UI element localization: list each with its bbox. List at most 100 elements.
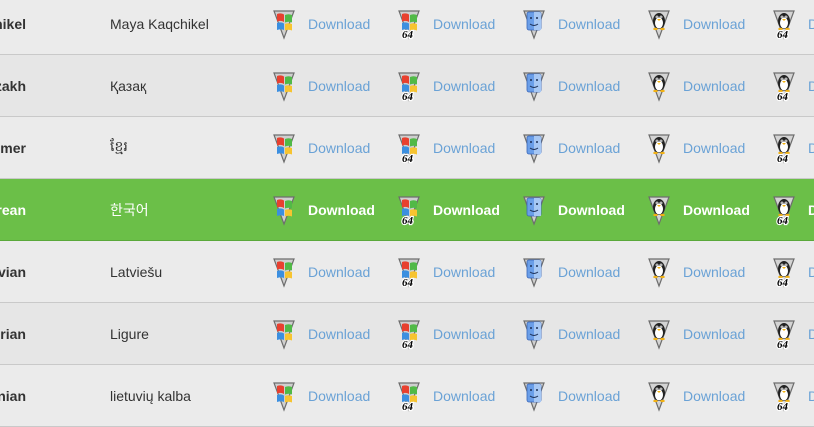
mac-icon[interactable] xyxy=(518,318,550,350)
windows-64-icon[interactable]: 64 xyxy=(393,256,425,288)
download-link-windows-64[interactable]: 64 Download xyxy=(393,179,500,240)
download-label[interactable]: Download xyxy=(308,326,370,342)
download-label[interactable]: Download xyxy=(308,388,370,404)
download-link-linux-64[interactable]: 64 D xyxy=(768,0,814,54)
windows-64-icon[interactable]: 64 xyxy=(393,70,425,102)
download-label[interactable]: Download xyxy=(558,140,620,156)
windows-64-icon[interactable]: 64 xyxy=(393,318,425,350)
download-label[interactable]: Download xyxy=(683,78,745,94)
download-label[interactable]: Download xyxy=(308,264,370,280)
linux-64-icon[interactable]: 64 xyxy=(768,318,800,350)
download-link-mac[interactable]: Download xyxy=(518,365,620,426)
download-link-windows-64[interactable]: 64 Download xyxy=(393,365,495,426)
download-label[interactable]: Download xyxy=(433,140,495,156)
linux-64-icon[interactable]: 64 xyxy=(768,70,800,102)
windows-64-icon[interactable]: 64 xyxy=(393,380,425,412)
download-label[interactable]: D xyxy=(808,16,814,32)
download-link-linux-64[interactable]: 64 D xyxy=(768,303,814,364)
download-label[interactable]: Download xyxy=(433,264,495,280)
download-link-linux[interactable]: Download xyxy=(643,0,745,54)
download-link-mac[interactable]: Download xyxy=(518,55,620,116)
download-link-windows[interactable]: Download xyxy=(268,0,370,54)
linux-icon[interactable] xyxy=(643,194,675,226)
download-link-linux[interactable]: Download xyxy=(643,303,745,364)
windows-64-icon[interactable]: 64 xyxy=(393,132,425,164)
download-label[interactable]: Download xyxy=(433,78,495,94)
windows-64-icon[interactable]: 64 xyxy=(393,194,425,226)
download-link-windows[interactable]: Download xyxy=(268,117,370,178)
download-label[interactable]: Download xyxy=(308,140,370,156)
download-label[interactable]: Download xyxy=(683,16,745,32)
windows-icon[interactable] xyxy=(268,256,300,288)
download-label[interactable]: Download xyxy=(683,202,750,218)
windows-icon[interactable] xyxy=(268,380,300,412)
mac-icon[interactable] xyxy=(518,8,550,40)
download-label[interactable]: Download xyxy=(683,388,745,404)
download-link-windows-64[interactable]: 64 Download xyxy=(393,0,495,54)
download-label[interactable]: Download xyxy=(308,202,375,218)
download-label[interactable]: Download xyxy=(558,202,625,218)
download-label[interactable]: D xyxy=(808,326,814,342)
download-label[interactable]: D xyxy=(808,388,814,404)
download-link-windows-64[interactable]: 64 Download xyxy=(393,241,495,302)
download-link-windows-64[interactable]: 64 Download xyxy=(393,117,495,178)
download-link-linux-64[interactable]: 64 D xyxy=(768,365,814,426)
download-link-linux-64[interactable]: 64 D xyxy=(768,179,814,240)
linux-64-icon[interactable]: 64 xyxy=(768,380,800,412)
download-link-linux[interactable]: Download xyxy=(643,365,745,426)
download-link-windows[interactable]: Download xyxy=(268,303,370,364)
download-label[interactable]: Download xyxy=(433,202,500,218)
linux-icon[interactable] xyxy=(643,8,675,40)
download-link-linux-64[interactable]: 64 D xyxy=(768,241,814,302)
download-link-windows[interactable]: Download xyxy=(268,365,370,426)
mac-icon[interactable] xyxy=(518,256,550,288)
download-link-mac[interactable]: Download xyxy=(518,241,620,302)
download-label[interactable]: Download xyxy=(683,140,745,156)
windows-icon[interactable] xyxy=(268,8,300,40)
download-label[interactable]: Download xyxy=(433,326,495,342)
download-link-linux[interactable]: Download xyxy=(643,241,745,302)
mac-icon[interactable] xyxy=(518,70,550,102)
download-label[interactable]: Download xyxy=(433,16,495,32)
linux-64-icon[interactable]: 64 xyxy=(768,8,800,40)
download-label[interactable]: Download xyxy=(683,264,745,280)
download-link-windows[interactable]: Download xyxy=(268,55,370,116)
download-label[interactable]: D xyxy=(808,202,814,218)
download-link-linux-64[interactable]: 64 D xyxy=(768,117,814,178)
download-link-linux[interactable]: Download xyxy=(643,179,750,240)
windows-icon[interactable] xyxy=(268,318,300,350)
mac-icon[interactable] xyxy=(518,194,550,226)
download-label[interactable]: D xyxy=(808,140,814,156)
download-link-linux-64[interactable]: 64 D xyxy=(768,55,814,116)
download-label[interactable]: Download xyxy=(558,326,620,342)
download-label[interactable]: Download xyxy=(308,78,370,94)
download-link-windows-64[interactable]: 64 Download xyxy=(393,303,495,364)
download-label[interactable]: Download xyxy=(308,16,370,32)
linux-64-icon[interactable]: 64 xyxy=(768,194,800,226)
mac-icon[interactable] xyxy=(518,132,550,164)
download-label[interactable]: Download xyxy=(558,264,620,280)
download-link-windows[interactable]: Download xyxy=(268,179,375,240)
windows-icon[interactable] xyxy=(268,194,300,226)
download-link-linux[interactable]: Download xyxy=(643,55,745,116)
windows-icon[interactable] xyxy=(268,132,300,164)
windows-icon[interactable] xyxy=(268,70,300,102)
download-link-mac[interactable]: Download xyxy=(518,0,620,54)
download-label[interactable]: Download xyxy=(558,16,620,32)
download-label[interactable]: Download xyxy=(433,388,495,404)
download-label[interactable]: Download xyxy=(558,388,620,404)
download-label[interactable]: Download xyxy=(683,326,745,342)
download-link-linux[interactable]: Download xyxy=(643,117,745,178)
download-link-windows-64[interactable]: 64 Download xyxy=(393,55,495,116)
linux-icon[interactable] xyxy=(643,380,675,412)
linux-icon[interactable] xyxy=(643,70,675,102)
download-link-windows[interactable]: Download xyxy=(268,241,370,302)
download-label[interactable]: D xyxy=(808,264,814,280)
linux-icon[interactable] xyxy=(643,132,675,164)
mac-icon[interactable] xyxy=(518,380,550,412)
linux-64-icon[interactable]: 64 xyxy=(768,256,800,288)
download-label[interactable]: D xyxy=(808,78,814,94)
linux-64-icon[interactable]: 64 xyxy=(768,132,800,164)
download-label[interactable]: Download xyxy=(558,78,620,94)
linux-icon[interactable] xyxy=(643,256,675,288)
